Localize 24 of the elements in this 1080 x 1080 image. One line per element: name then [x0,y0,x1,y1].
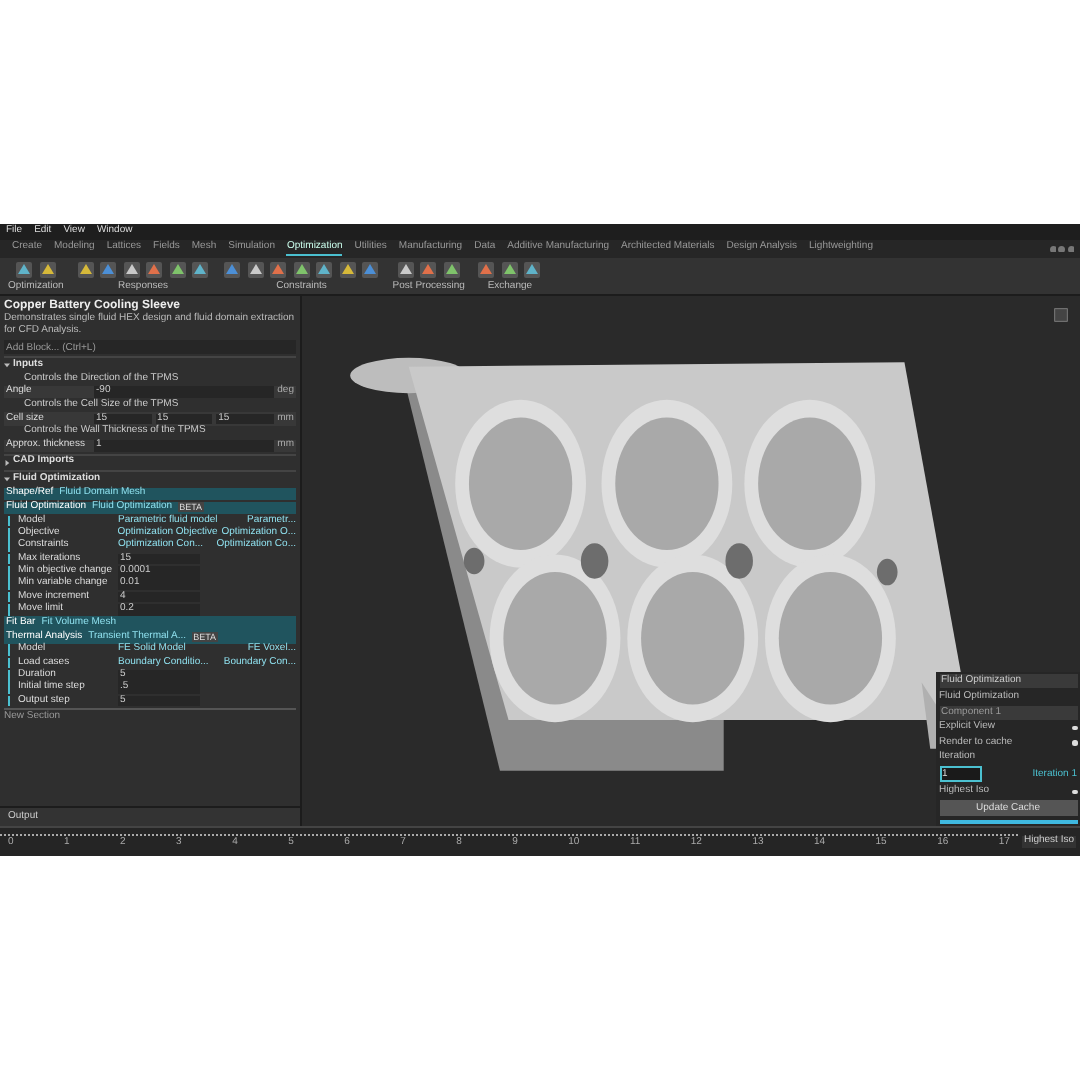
tool-icon[interactable] [14,260,35,280]
toggle[interactable] [1072,789,1077,795]
tool-icon[interactable] [499,260,520,280]
tool-icon[interactable] [98,260,119,280]
tool-icon[interactable] [418,260,439,280]
tool-icon[interactable] [167,260,188,280]
tool-icon[interactable] [476,260,497,280]
tool-icon[interactable] [395,260,416,280]
tool-icon[interactable] [144,260,165,280]
tool-icon[interactable] [360,260,381,280]
tool-icon[interactable] [268,260,289,280]
tool-icon[interactable] [314,260,335,280]
tool-icon[interactable] [337,260,358,280]
tool-icon[interactable] [75,260,96,280]
tool-icon[interactable] [121,260,142,280]
toggle[interactable] [1072,740,1077,746]
tool-icon[interactable] [522,260,543,280]
tool-icon[interactable] [222,260,243,280]
toggle[interactable] [1072,725,1077,731]
tool-icon[interactable] [37,260,58,280]
tool-icon[interactable] [245,260,266,280]
tool-icon[interactable] [441,260,462,280]
tool-icon[interactable] [291,260,312,280]
tool-icon[interactable] [190,260,211,280]
